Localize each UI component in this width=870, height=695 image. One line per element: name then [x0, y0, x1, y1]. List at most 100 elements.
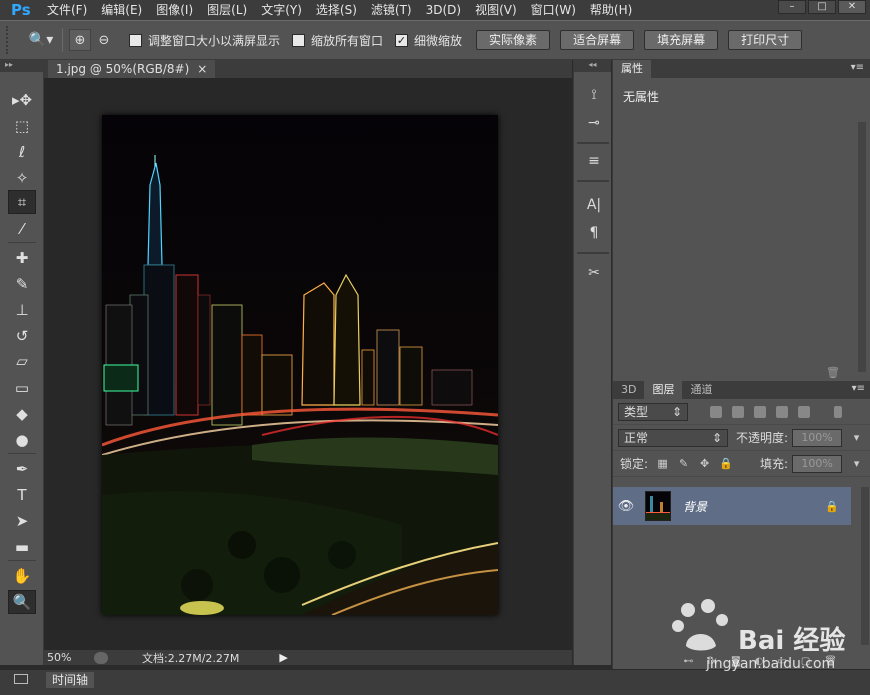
new-group-icon[interactable]: ▭ [777, 656, 786, 669]
document-canvas-image[interactable] [102, 115, 498, 615]
dodge-tool-icon[interactable]: ● [8, 428, 36, 452]
window-controls: – □ ✕ [778, 0, 866, 14]
rectangle-tool-icon[interactable]: ▬ [8, 535, 36, 559]
document-tab-title: 1.jpg @ 50%(RGB/8#) [56, 62, 190, 76]
actual-pixels-button[interactable]: 实际像素 [476, 30, 551, 50]
menu-file[interactable]: 文件(F) [40, 0, 94, 20]
zoom-tool-icon[interactable]: 🔍 [8, 590, 36, 614]
zoom-all-windows-checkbox[interactable]: 缩放所有窗口 [292, 32, 383, 49]
menu-window[interactable]: 窗口(W) [524, 0, 583, 20]
menu-type[interactable]: 文字(Y) [254, 0, 309, 20]
blend-mode-dropdown[interactable]: 正常 ⇕ [618, 428, 728, 447]
document-tab[interactable]: 1.jpg @ 50%(RGB/8#) × [48, 60, 216, 78]
brush-presets-icon[interactable]: ⊸ [582, 112, 606, 134]
opacity-arrow-icon[interactable]: ▾ [850, 431, 863, 444]
brush-tool-icon[interactable]: ✎ [8, 272, 36, 296]
type-tool-icon[interactable]: T [8, 483, 36, 507]
new-layer-icon[interactable]: ▢ [801, 656, 810, 669]
link-layers-icon[interactable]: ⊷ [684, 656, 694, 669]
blur-tool-icon[interactable]: ◆ [8, 402, 36, 426]
crop-tool-icon[interactable]: ⌗ [8, 190, 36, 214]
shape-filter-icon[interactable] [776, 405, 788, 418]
character-panel-icon[interactable]: A| [582, 194, 606, 216]
tab-channels[interactable]: 通道 [682, 381, 720, 399]
lock-transparent-icon[interactable]: ▦ [656, 457, 669, 470]
dropdown-arrow-icon: ⇕ [711, 430, 722, 445]
layers-scrollbar[interactable] [861, 487, 869, 645]
opacity-field[interactable]: 100% [792, 428, 843, 447]
magic-wand-icon[interactable]: ✧ [8, 166, 36, 190]
fill-arrow-icon[interactable]: ▾ [850, 457, 863, 470]
lock-position-icon[interactable]: ✥ [698, 457, 711, 470]
zoom-level[interactable]: 50% [44, 651, 94, 664]
panel-menu-icon[interactable]: ▾≡ [851, 62, 864, 73]
menu-edit[interactable]: 编辑(E) [94, 0, 149, 20]
collapse-icon[interactable]: ▸▸ [0, 60, 43, 72]
eyedropper-tool-icon[interactable]: ⁄ [8, 217, 36, 241]
move-tool-icon[interactable]: ▸✥ [8, 88, 36, 112]
resize-windows-checkbox[interactable]: 调整窗口大小以满屏显示 [129, 32, 280, 49]
status-info-icon[interactable] [94, 651, 108, 664]
panel-menu-icon[interactable]: ▾≡ [852, 383, 865, 394]
layer-style-icon[interactable]: fx [708, 656, 717, 669]
fill-screen-button[interactable]: 填充屏幕 [644, 30, 719, 50]
fill-field[interactable]: 100% [792, 454, 843, 473]
scrubby-zoom-checkbox[interactable]: ✓ 细微缩放 [395, 32, 462, 49]
timeline-collapse-icon[interactable] [14, 674, 28, 684]
lasso-tool-icon[interactable]: ℓ [8, 140, 36, 164]
history-panel-icon[interactable]: ⟟ [582, 84, 606, 106]
clone-source-icon[interactable]: ≡ [582, 150, 606, 172]
menu-select[interactable]: 选择(S) [309, 0, 364, 20]
hand-tool-icon[interactable]: ✋ [8, 564, 36, 588]
menu-filter[interactable]: 滤镜(T) [364, 0, 419, 20]
add-mask-icon[interactable]: ◙ [731, 656, 741, 669]
type-filter-icon[interactable] [754, 405, 766, 418]
layer-row-background[interactable]: 👁 背景 🔒 [613, 487, 851, 525]
smart-object-filter-icon[interactable] [798, 405, 810, 418]
adjustment-filter-icon[interactable] [732, 405, 744, 418]
tool-presets-icon[interactable]: ✂ [582, 262, 606, 284]
menu-view[interactable]: 视图(V) [468, 0, 524, 20]
menu-help[interactable]: 帮助(H) [583, 0, 639, 20]
zoom-tool-preset-icon[interactable]: 🔍▾ [26, 28, 56, 52]
close-button[interactable]: ✕ [838, 0, 866, 14]
paragraph-panel-icon[interactable]: ¶ [582, 222, 606, 244]
visibility-eye-icon[interactable]: 👁 [613, 499, 639, 514]
tab-properties[interactable]: 属性 [613, 60, 651, 78]
pen-tool-icon[interactable]: ✒ [8, 457, 36, 481]
healing-brush-icon[interactable]: ✚ [8, 246, 36, 270]
filter-toggle-icon[interactable] [834, 405, 842, 418]
layer-filter-dropdown[interactable]: 类型 ⇕ [618, 402, 688, 421]
close-tab-icon[interactable]: × [197, 60, 207, 78]
lock-pixels-icon[interactable]: ✎ [677, 457, 690, 470]
path-selection-icon[interactable]: ➤ [8, 509, 36, 533]
pixel-filter-icon[interactable] [710, 405, 722, 418]
dock-collapse-icon[interactable]: ◂◂ [574, 60, 611, 72]
trash-icon[interactable]: 🗑 [826, 366, 840, 379]
fit-screen-button[interactable]: 适合屏幕 [560, 30, 635, 50]
adjustment-layer-icon[interactable]: ◐ [755, 656, 764, 669]
lock-all-icon[interactable]: 🔒 [719, 457, 733, 470]
zoom-out-icon[interactable]: ⊖ [93, 29, 115, 51]
layer-name[interactable]: 背景 [683, 498, 707, 515]
history-brush-icon[interactable]: ↺ [8, 324, 36, 348]
delete-layer-icon[interactable]: 🗑 [824, 656, 837, 669]
maximize-button[interactable]: □ [808, 0, 836, 14]
properties-scrollbar[interactable] [858, 122, 866, 372]
timeline-tab[interactable]: 时间轴 [46, 672, 95, 688]
status-menu-arrow-icon[interactable]: ▶ [279, 651, 287, 664]
clone-stamp-icon[interactable]: ⊥ [8, 298, 36, 322]
canvas-pasteboard[interactable] [44, 78, 572, 650]
tab-3d[interactable]: 3D [613, 381, 644, 399]
menu-layer[interactable]: 图层(L) [200, 0, 254, 20]
menu-image[interactable]: 图像(I) [149, 0, 200, 20]
menu-3d[interactable]: 3D(D) [419, 0, 468, 20]
print-size-button[interactable]: 打印尺寸 [728, 30, 803, 50]
zoom-in-icon[interactable]: ⊕ [69, 29, 91, 51]
minimize-button[interactable]: – [778, 0, 806, 14]
eraser-tool-icon[interactable]: ▱ [8, 349, 36, 373]
options-grip[interactable] [6, 26, 12, 54]
gradient-tool-icon[interactable]: ▭ [8, 376, 36, 400]
tab-layers[interactable]: 图层 [644, 381, 683, 399]
marquee-tool-icon[interactable]: ⬚ [8, 114, 36, 138]
